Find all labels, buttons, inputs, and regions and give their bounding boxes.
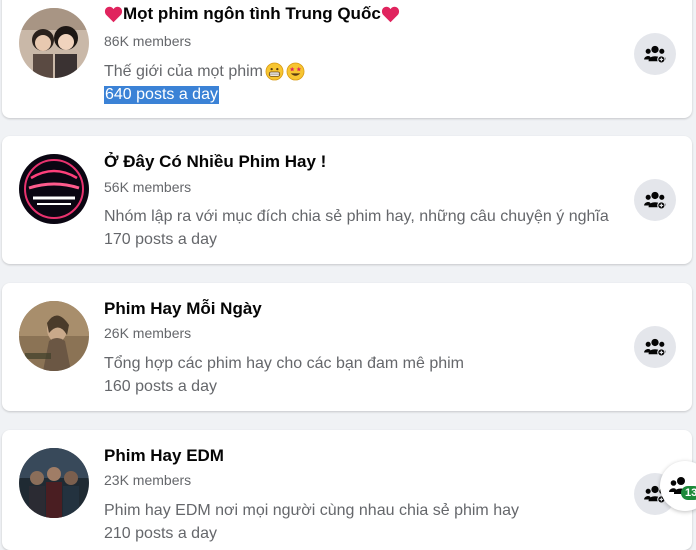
join-group-button[interactable] [634, 326, 676, 368]
red-heart-icon [381, 6, 399, 22]
group-description-text: Tổng hợp các phim hay cho các bạn đam mê… [104, 355, 465, 372]
posts-per-day: 210 posts a day [104, 525, 217, 542]
group-name[interactable]: Phim Hay Mỗi Ngày [104, 299, 262, 319]
group-description-text: Phim hay EDM nơi mọi người cùng nhau chi… [104, 502, 519, 519]
member-count: 23K members [104, 472, 192, 488]
join-group-button[interactable] [634, 33, 676, 75]
group-name-text: Phim Hay EDM [104, 446, 224, 465]
group-description: Thế giới của mọt phim [104, 62, 305, 81]
member-count: 86K members [104, 33, 192, 49]
group-description-text: Thế giới của mọt phim [104, 62, 263, 80]
group-join-icon [644, 338, 666, 357]
member-count: 26K members [104, 325, 192, 341]
group-name-text: Ở Đây Có Nhiều Phim Hay ! [104, 152, 327, 171]
star-struck-face-icon [286, 62, 305, 81]
group-card[interactable]: Ở Đây Có Nhiều Phim Hay ! 56K members Nh… [2, 136, 692, 264]
group-description: Nhóm lập ra với mục đích chia sẻ phim ha… [104, 208, 609, 226]
posts-per-day: 170 posts a day [104, 231, 217, 248]
group-avatar[interactable] [19, 154, 89, 224]
member-count: 56K members [104, 179, 192, 195]
group-avatar[interactable] [19, 448, 89, 518]
group-join-icon [644, 191, 666, 210]
group-description: Tổng hợp các phim hay cho các bạn đam mê… [104, 355, 464, 373]
group-card[interactable]: Phim Hay EDM 23K members Phim hay EDM nơ… [2, 430, 692, 550]
group-name-text: Mọt phim ngôn tình Trung Quốc [123, 4, 381, 23]
red-heart-icon [104, 6, 123, 22]
group-avatar[interactable] [19, 301, 89, 371]
join-group-button[interactable] [634, 179, 676, 221]
group-name[interactable]: Phim Hay EDM [104, 446, 224, 466]
group-card[interactable]: Phim Hay Mỗi Ngày 26K members Tổng hợp c… [2, 283, 692, 411]
notification-count-badge: 13 [681, 486, 696, 500]
grinning-face-icon [265, 62, 284, 81]
posts-per-day: 640 posts a day [104, 86, 219, 104]
group-description: Phim hay EDM nơi mọi người cùng nhau chi… [104, 502, 519, 520]
group-card[interactable]: Mọt phim ngôn tình Trung Quốc 86K member… [2, 0, 692, 118]
group-description-text: Nhóm lập ra với mục đích chia sẻ phim ha… [104, 208, 609, 225]
group-name-text: Phim Hay Mỗi Ngày [104, 299, 262, 318]
group-name[interactable]: Ở Đây Có Nhiều Phim Hay ! [104, 152, 326, 172]
group-join-icon [644, 45, 666, 64]
group-name[interactable]: Mọt phim ngôn tình Trung Quốc [104, 4, 400, 24]
posts-per-day: 160 posts a day [104, 378, 217, 395]
group-avatar[interactable] [19, 8, 89, 78]
